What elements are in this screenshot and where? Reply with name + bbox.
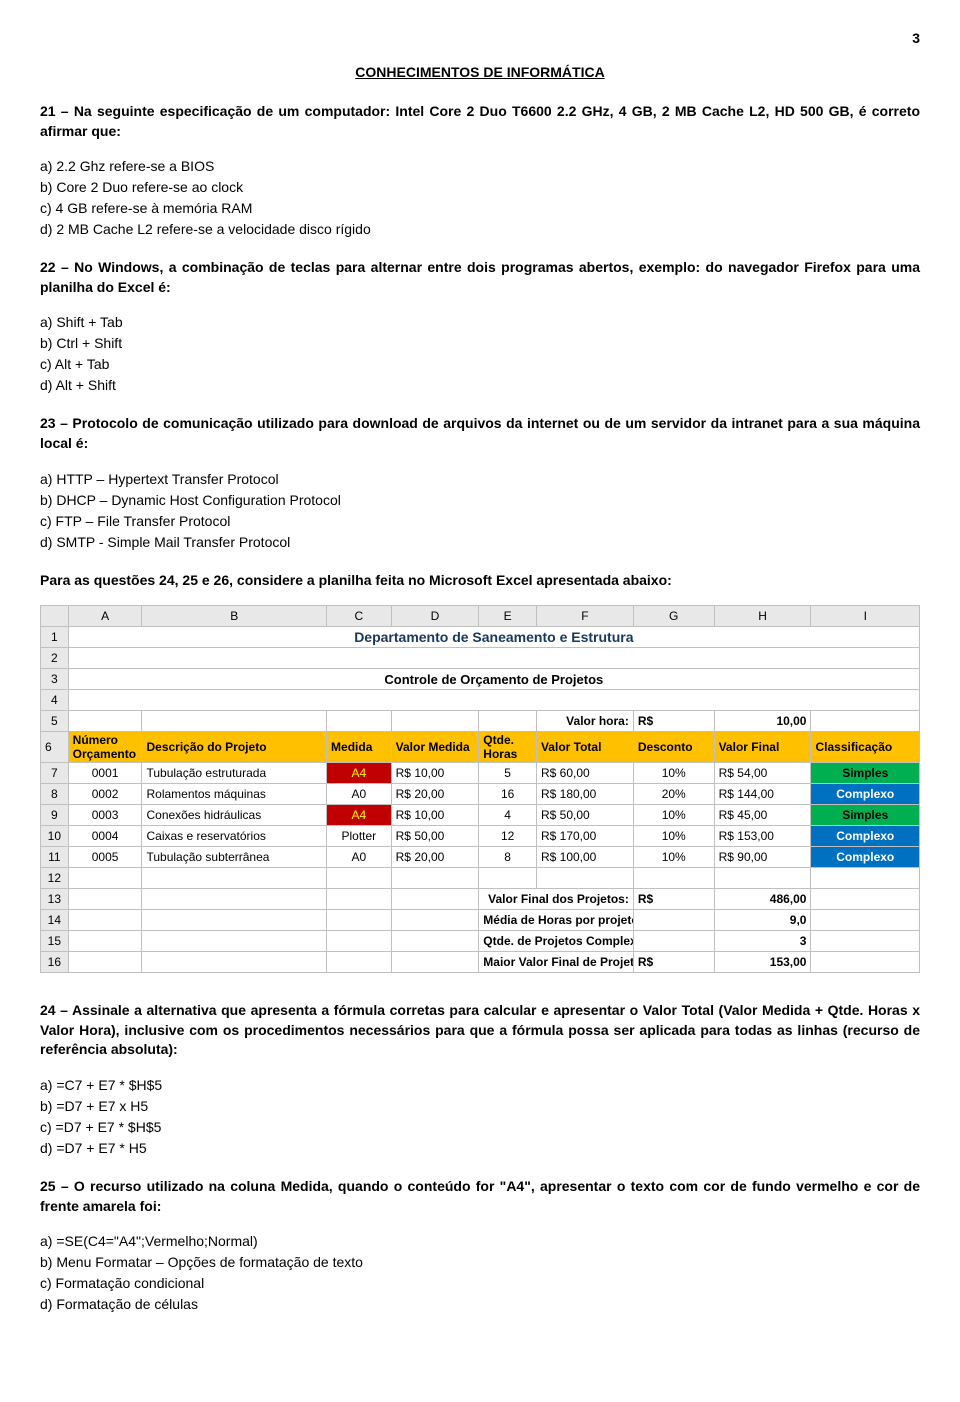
- q21-c: c) 4 GB refere-se à memória RAM: [40, 198, 920, 219]
- col-I: I: [811, 606, 920, 627]
- valor-hora-val: 10,00: [714, 711, 811, 732]
- section-title: CONHECIMENTOS DE INFORMÁTICA: [40, 64, 920, 80]
- summary-row: 13Valor Final dos Projetos:R$486,00: [41, 889, 920, 910]
- page-number: 3: [40, 30, 920, 46]
- col-H: H: [714, 606, 811, 627]
- q22-c: c) Alt + Tab: [40, 354, 920, 375]
- col-D: D: [391, 606, 479, 627]
- q24-d: d) =D7 + E7 * H5: [40, 1138, 920, 1159]
- table-header-row: 6 Número Orçamento Descrição do Projeto …: [41, 732, 920, 763]
- q24-stem: 24 – Assinale a alternativa que apresent…: [40, 1001, 920, 1060]
- col-B: B: [142, 606, 327, 627]
- col-E: E: [479, 606, 537, 627]
- q22-stem: 22 – No Windows, a combinação de teclas …: [40, 258, 920, 297]
- q21-b: b) Core 2 Duo refere-se ao clock: [40, 177, 920, 198]
- q25-c: c) Formatação condicional: [40, 1273, 920, 1294]
- valor-hora-cur: R$: [633, 711, 714, 732]
- q22-b: b) Ctrl + Shift: [40, 333, 920, 354]
- q22-options: a) Shift + Tab b) Ctrl + Shift c) Alt + …: [40, 312, 920, 396]
- q25-a: a) =SE(C4="A4";Vermelho;Normal): [40, 1231, 920, 1252]
- q21-options: a) 2.2 Ghz refere-se a BIOS b) Core 2 Du…: [40, 156, 920, 240]
- intro-table: Para as questões 24, 25 e 26, considere …: [40, 571, 920, 591]
- q25-options: a) =SE(C4="A4";Vermelho;Normal) b) Menu …: [40, 1231, 920, 1315]
- q23-d: d) SMTP - Simple Mail Transfer Protocol: [40, 532, 920, 553]
- col-A: A: [68, 606, 142, 627]
- col-C: C: [327, 606, 392, 627]
- q21-d: d) 2 MB Cache L2 refere-se a velocidade …: [40, 219, 920, 240]
- col-G: G: [633, 606, 714, 627]
- q22-a: a) Shift + Tab: [40, 312, 920, 333]
- q24-b: b) =D7 + E7 x H5: [40, 1096, 920, 1117]
- sheet-title1: Departamento de Saneamento e Estrutura: [68, 627, 919, 648]
- summary-row: 14Média de Horas por projeto:9,0: [41, 910, 920, 931]
- summary-row: 16Maior Valor Final de Projeto:R$153,00: [41, 952, 920, 973]
- q21-a: a) 2.2 Ghz refere-se a BIOS: [40, 156, 920, 177]
- q24-a: a) =C7 + E7 * $H$5: [40, 1075, 920, 1096]
- q25-d: d) Formatação de células: [40, 1294, 920, 1315]
- table-row: 110005Tubulação subterrâneaA0R$ 20,008R$…: [41, 847, 920, 868]
- table-row: 100004Caixas e reservatóriosPlotterR$ 50…: [41, 826, 920, 847]
- q23-a: a) HTTP – Hypertext Transfer Protocol: [40, 469, 920, 490]
- sheet-title2: Controle de Orçamento de Projetos: [68, 669, 919, 690]
- q21-stem: 21 – Na seguinte especificação de um com…: [40, 102, 920, 141]
- q25-stem: 25 – O recurso utilizado na coluna Medid…: [40, 1177, 920, 1216]
- table-row: 80002Rolamentos máquinasA0R$ 20,0016R$ 1…: [41, 784, 920, 805]
- excel-screenshot: A B C D E F G H I 1Departamento de Sanea…: [40, 605, 920, 973]
- q24-c: c) =D7 + E7 * $H$5: [40, 1117, 920, 1138]
- q24-options: a) =C7 + E7 * $H$5 b) =D7 + E7 x H5 c) =…: [40, 1075, 920, 1159]
- table-row: 70001Tubulação estruturadaA4R$ 10,005R$ …: [41, 763, 920, 784]
- summary-row: 15Qtde. de Projetos Complexos:3: [41, 931, 920, 952]
- q25-b: b) Menu Formatar – Opções de formatação …: [40, 1252, 920, 1273]
- q22-d: d) Alt + Shift: [40, 375, 920, 396]
- q23-options: a) HTTP – Hypertext Transfer Protocol b)…: [40, 469, 920, 553]
- col-F: F: [536, 606, 633, 627]
- table-row: 90003Conexões hidráulicasA4R$ 10,004R$ 5…: [41, 805, 920, 826]
- col-headers: A B C D E F G H I: [41, 606, 920, 627]
- q23-c: c) FTP – File Transfer Protocol: [40, 511, 920, 532]
- q23-b: b) DHCP – Dynamic Host Configuration Pro…: [40, 490, 920, 511]
- valor-hora-label: Valor hora:: [536, 711, 633, 732]
- q23-stem: 23 – Protocolo de comunicação utilizado …: [40, 414, 920, 453]
